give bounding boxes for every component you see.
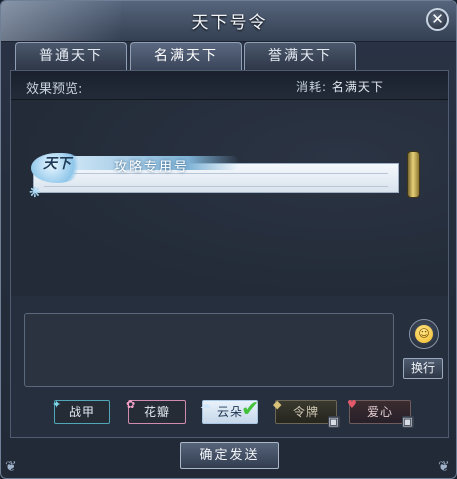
style-button-aixin[interactable]: ♥ 爱心 ▣ bbox=[347, 398, 414, 428]
preview-area: 天下 攻略专用号 ❋ bbox=[11, 100, 448, 296]
scroll-roller-icon bbox=[407, 151, 420, 198]
style-label-yunduo: 云朵 bbox=[216, 405, 243, 419]
token-icon: ◆ bbox=[273, 398, 283, 411]
tab-putong-tianxia[interactable]: 普通天下 bbox=[15, 42, 127, 70]
emoji-button[interactable]: ☺ bbox=[409, 319, 439, 349]
heart-icon: ♥ bbox=[347, 398, 358, 411]
style-label-aixin: 爱心 bbox=[366, 405, 393, 419]
sparkle-icon: ✦ bbox=[52, 398, 63, 411]
confirm-send-button[interactable]: 确定发送 bbox=[180, 442, 279, 469]
style-button-zhanjia[interactable]: ✦ 战甲 bbox=[52, 398, 110, 424]
cost-label: 消耗: bbox=[296, 80, 328, 94]
lock-icon: ▣ bbox=[402, 415, 414, 428]
cost-info: 消耗: 名满天下 bbox=[296, 78, 384, 95]
scroll-banner-inner bbox=[44, 173, 388, 187]
corner-ornament-icon: ❦ bbox=[5, 459, 17, 475]
message-input[interactable] bbox=[24, 313, 394, 387]
checkmark-icon: ✔ bbox=[241, 397, 261, 422]
banner-text: 攻略专用号 bbox=[114, 160, 190, 175]
tab-content-panel: 效果预览: 消耗: 名满天下 天下 攻略专用号 ❋ ☺ 换行 ✦ 战甲 ✿ 花瓣… bbox=[10, 70, 449, 438]
smiley-icon: ☺ bbox=[415, 325, 433, 343]
banner-tag-text: 天下 bbox=[43, 156, 71, 172]
style-label-huaban: 花瓣 bbox=[143, 405, 170, 419]
flower-icon: ✿ bbox=[126, 398, 137, 411]
style-label-lingpai: 令牌 bbox=[292, 405, 319, 419]
close-icon: ✕ bbox=[431, 10, 444, 28]
tianxia-command-dialog: 天下号令 ✕ 普通天下 名满天下 誉满天下 效果预览: 消耗: 名满天下 天下 … bbox=[0, 0, 457, 479]
tab-mingman-tianxia[interactable]: 名满天下 bbox=[130, 42, 242, 70]
style-button-lingpai[interactable]: ◆ 令牌 ▣ bbox=[273, 398, 340, 428]
dialog-title: 天下号令 bbox=[191, 13, 268, 33]
cost-value: 名满天下 bbox=[331, 80, 384, 94]
cloud-icon: ☁ bbox=[200, 398, 212, 411]
newline-button[interactable]: 换行 bbox=[403, 358, 443, 379]
tab-yuman-tianxia[interactable]: 誉满天下 bbox=[244, 42, 356, 70]
preview-header: 效果预览: 消耗: 名满天下 bbox=[11, 71, 448, 100]
close-button[interactable]: ✕ bbox=[426, 8, 449, 31]
style-button-yunduo[interactable]: ☁ 云朵 ✔ bbox=[200, 397, 261, 424]
style-button-huaban[interactable]: ✿ 花瓣 bbox=[126, 398, 186, 424]
knot-icon: ❋ bbox=[29, 185, 41, 201]
lock-icon: ▣ bbox=[328, 415, 340, 428]
style-label-zhanjia: 战甲 bbox=[68, 405, 95, 419]
title-bar: 天下号令 ✕ bbox=[1, 1, 456, 42]
preview-label: 效果预览: bbox=[26, 82, 83, 97]
corner-ornament-icon: ❦ bbox=[438, 459, 450, 475]
